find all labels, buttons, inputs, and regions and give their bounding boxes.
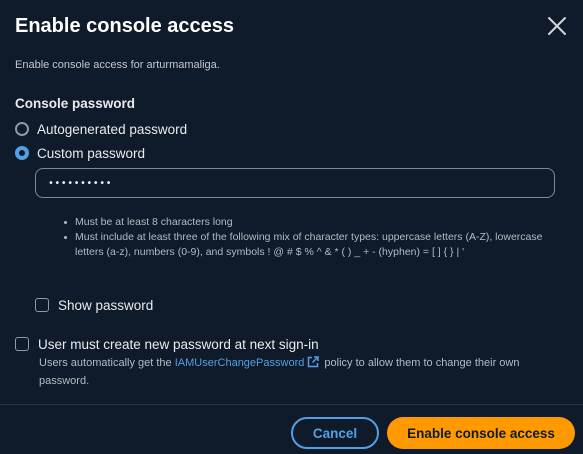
list-item: Must be at least 8 characters long	[64, 215, 553, 230]
close-button[interactable]	[546, 15, 568, 37]
radio-label: Autogenerated password	[37, 121, 188, 137]
dialog-title: Enable console access	[15, 15, 235, 37]
show-password-checkbox-row[interactable]: Show password	[35, 295, 153, 315]
reset-password-checkbox[interactable]	[15, 337, 29, 351]
reset-password-helper-text: Users automatically get the IAMUserChang…	[39, 356, 569, 389]
enable-console-access-dialog: Enable console access Enable console acc…	[0, 0, 583, 454]
close-icon	[548, 17, 566, 35]
dialog-subtitle: Enable console access for arturmamaliga.	[15, 59, 220, 71]
console-password-label: Console password	[15, 96, 136, 111]
password-requirements-list: Must be at least 8 characters long Must …	[64, 215, 553, 260]
show-password-checkbox[interactable]	[35, 298, 49, 312]
external-link-icon[interactable]	[307, 356, 320, 374]
radio-button-unchecked[interactable]	[15, 122, 29, 136]
reset-password-checkbox-row[interactable]: User must create new password at next si…	[15, 334, 319, 354]
radio-button-checked[interactable]	[15, 146, 29, 160]
custom-password-input[interactable]	[35, 168, 555, 198]
helper-text-before: Users automatically get the	[39, 357, 175, 369]
list-item: Must include at least three of the follo…	[64, 230, 553, 260]
reset-password-label: User must create new password at next si…	[38, 336, 319, 352]
footer-divider	[0, 404, 583, 405]
radio-autogenerated-password[interactable]: Autogenerated password	[15, 119, 187, 139]
dialog-header: Enable console access	[15, 12, 568, 42]
iam-policy-link[interactable]: IAMUserChangePassword	[175, 357, 305, 369]
enable-console-access-button[interactable]: Enable console access	[387, 417, 575, 449]
cancel-button[interactable]: Cancel	[291, 417, 379, 449]
show-password-label: Show password	[58, 297, 154, 313]
radio-label: Custom password	[37, 145, 146, 161]
radio-custom-password[interactable]: Custom password	[15, 143, 145, 163]
